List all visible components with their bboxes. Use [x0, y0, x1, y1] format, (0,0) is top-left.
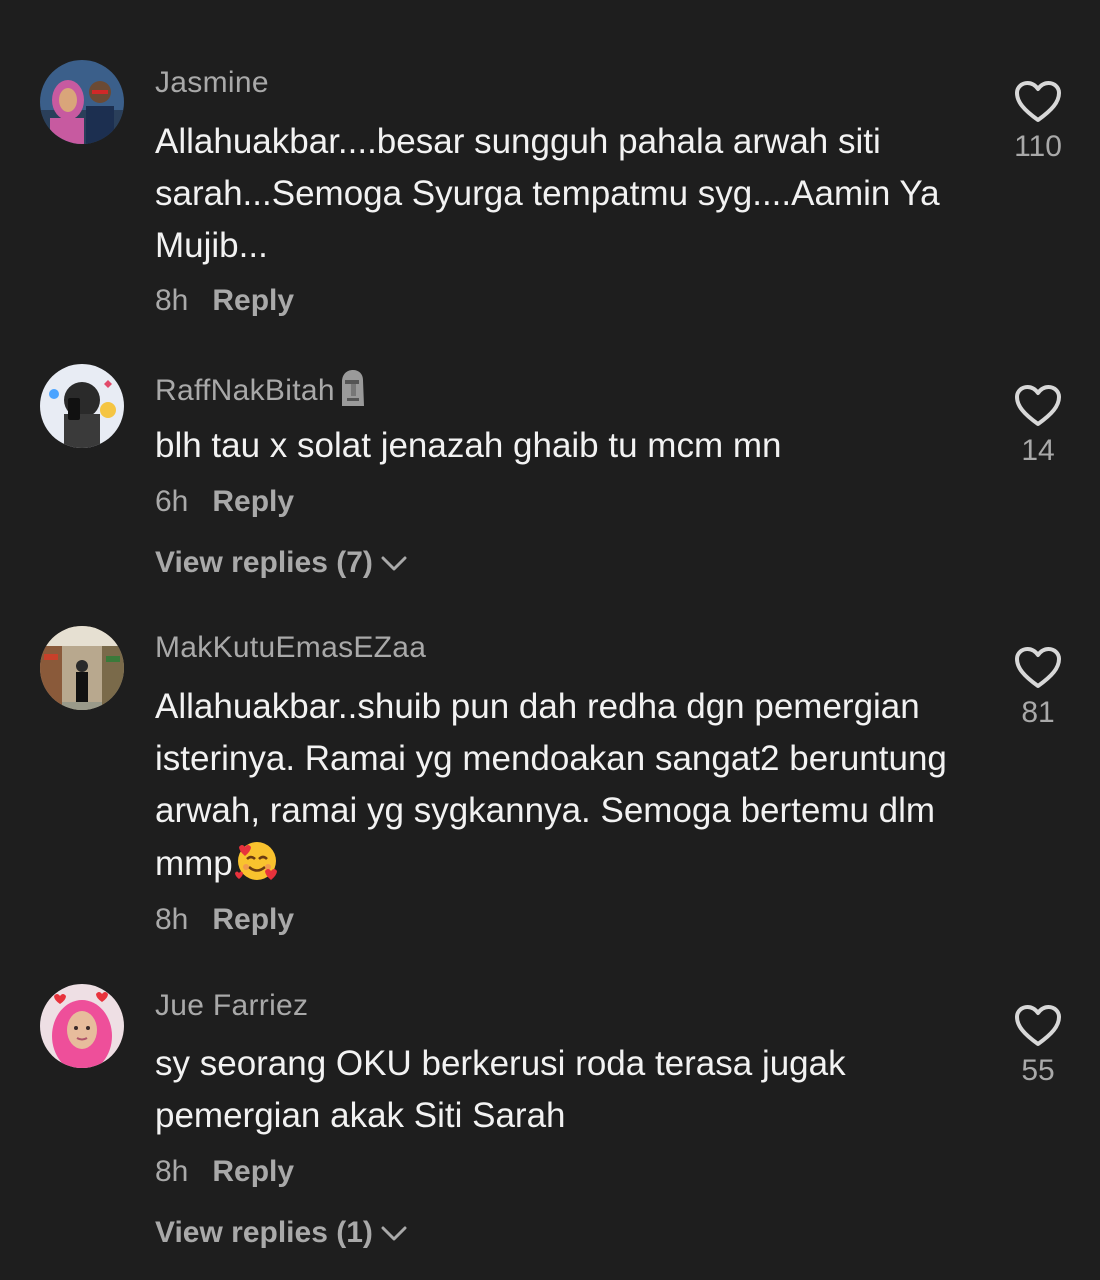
- avatar[interactable]: [40, 60, 124, 144]
- comment-time: 8h: [155, 903, 189, 936]
- avatar[interactable]: [40, 984, 124, 1068]
- comment-meta: 8h Reply: [155, 284, 294, 318]
- like-count: 14: [1021, 434, 1055, 467]
- like-count: 55: [1021, 1054, 1055, 1087]
- comment-text: Allahuakbar....besar sungguh pahala arwa…: [155, 122, 940, 265]
- like-count: 81: [1021, 696, 1055, 729]
- heart-icon: [1015, 647, 1061, 688]
- username-label: RaffNakBitah: [155, 374, 335, 407]
- reply-button[interactable]: Reply: [212, 1155, 294, 1188]
- view-replies-label: View replies (7): [155, 546, 373, 579]
- view-replies-label: View replies (1): [155, 1216, 373, 1249]
- comment-username[interactable]: RaffNakBitah: [155, 368, 367, 408]
- view-replies-button[interactable]: View replies (1): [155, 1216, 407, 1250]
- like-button[interactable]: 81: [1000, 646, 1076, 730]
- smiling-face-with-hearts-icon: [234, 842, 277, 880]
- comment-meta: 6h Reply: [155, 485, 294, 519]
- like-button[interactable]: 55: [1000, 1004, 1076, 1088]
- comment-time: 6h: [155, 485, 189, 518]
- heart-icon: [1015, 1005, 1061, 1046]
- chevron-down-icon: [381, 556, 407, 571]
- like-button[interactable]: 14: [1000, 384, 1076, 468]
- heart-icon: [1015, 81, 1061, 122]
- avatar[interactable]: [40, 626, 124, 710]
- heart-icon: [1015, 385, 1061, 426]
- avatar[interactable]: [40, 364, 124, 448]
- reply-button[interactable]: Reply: [212, 485, 294, 518]
- chevron-down-icon: [381, 1226, 407, 1241]
- reply-button[interactable]: Reply: [212, 903, 294, 936]
- comment-meta: 8h Reply: [155, 1155, 294, 1189]
- view-replies-button[interactable]: View replies (7): [155, 546, 407, 580]
- like-count: 110: [1014, 130, 1062, 163]
- comment-text: sy seorang OKU berkerusi roda terasa jug…: [155, 1044, 846, 1135]
- comment-username[interactable]: MakKutuEmasEZaa: [155, 631, 426, 665]
- moai-emoji-icon: [341, 370, 364, 406]
- comment-text: Allahuakbar..shuib pun dah redha dgn pem…: [155, 681, 965, 890]
- comment-username[interactable]: Jue Farriez: [155, 989, 308, 1023]
- comment-username[interactable]: Jasmine: [155, 66, 269, 100]
- reply-button[interactable]: Reply: [212, 284, 294, 317]
- comment-time: 8h: [155, 284, 189, 317]
- like-button[interactable]: 110: [1000, 80, 1076, 164]
- comment-time: 8h: [155, 1155, 189, 1188]
- comment-text: blh tau x solat jenazah ghaib tu mcm mn: [155, 426, 782, 465]
- comment-meta: 8h Reply: [155, 903, 294, 937]
